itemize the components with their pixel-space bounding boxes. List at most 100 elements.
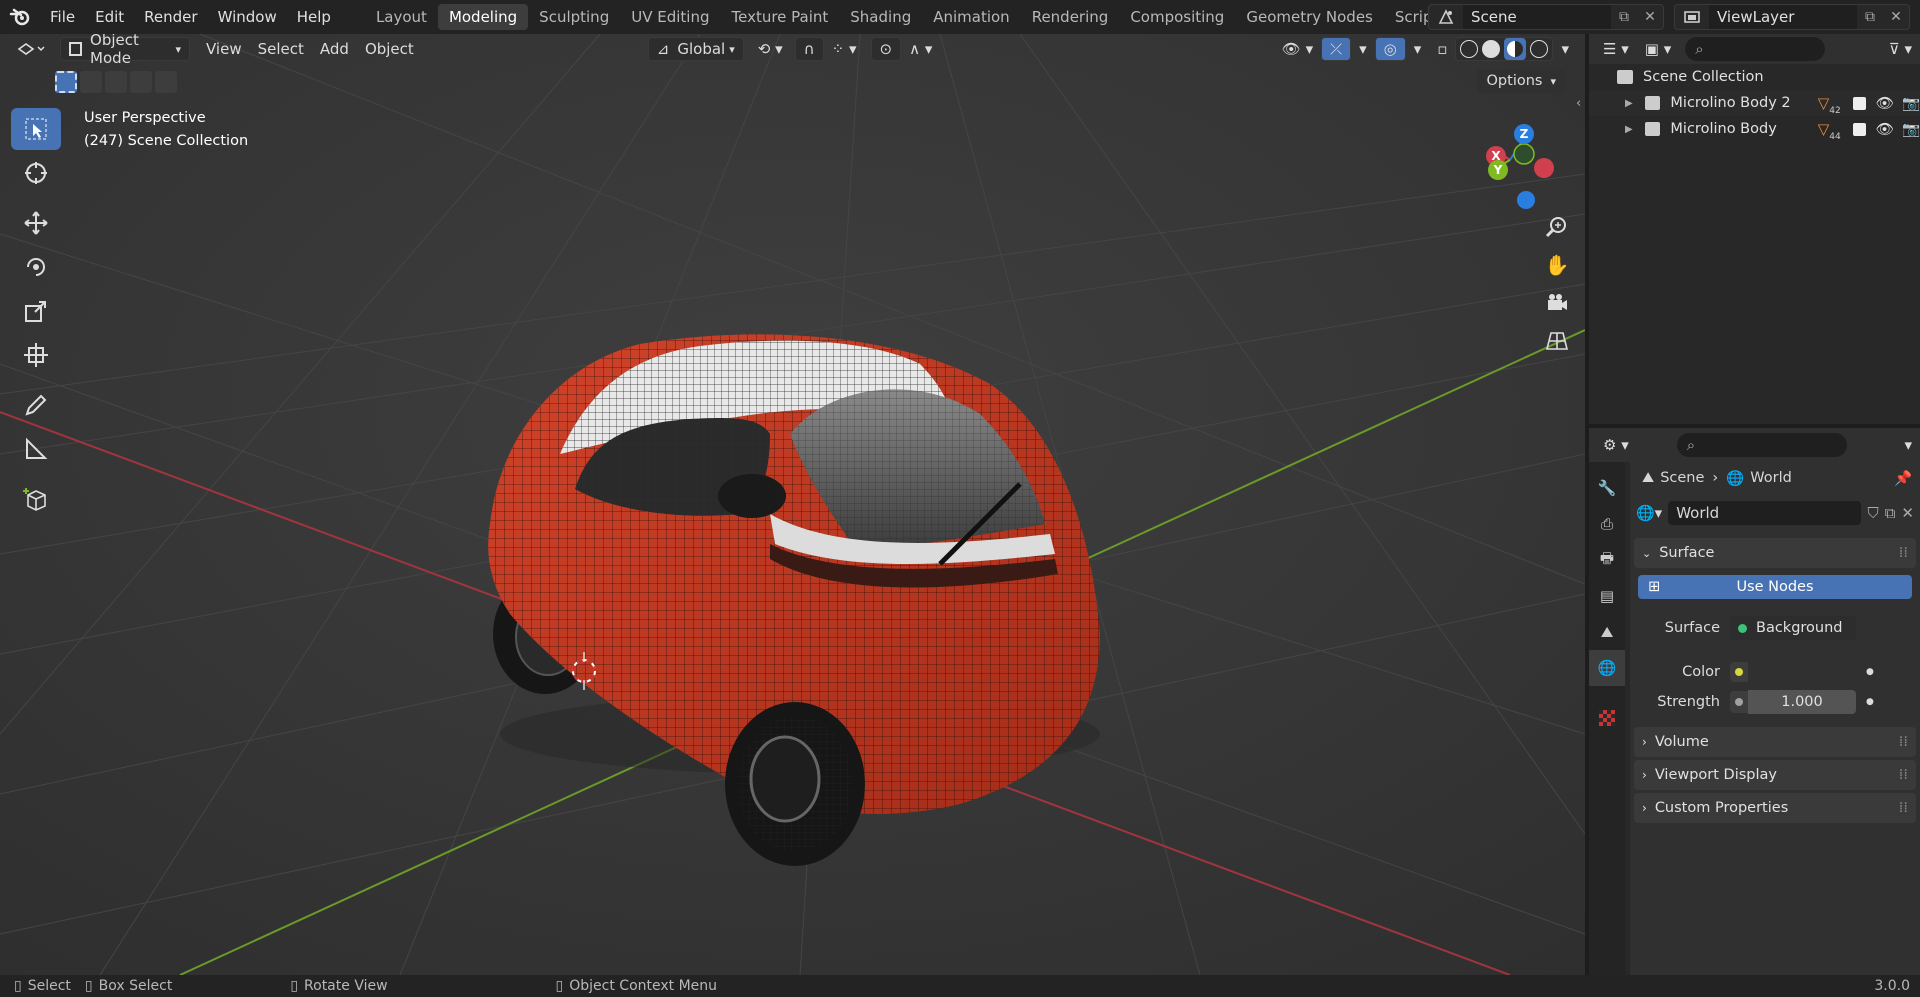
- select-intersect-icon[interactable]: [155, 71, 177, 93]
- select-subtract-icon[interactable]: [105, 71, 127, 93]
- outliner-item-microlino-body[interactable]: ▶ Microlino Body ▽ 44 👁 📷: [1589, 116, 1920, 142]
- orientation-selector[interactable]: ⊿ Global ▾: [647, 37, 744, 61]
- render-camera-icon[interactable]: 📷: [1902, 95, 1920, 112]
- neg-y-axis-icon[interactable]: [1513, 143, 1535, 165]
- drag-handle-icon[interactable]: ⁞⁞: [1899, 734, 1908, 750]
- viewlayer-name[interactable]: ViewLayer: [1709, 5, 1857, 29]
- custom-properties-panel-header[interactable]: › Custom Properties ⁞⁞: [1634, 793, 1916, 823]
- material-shading-icon[interactable]: [1504, 38, 1527, 60]
- tab-layout[interactable]: Layout: [365, 4, 438, 30]
- editor-type-button[interactable]: [8, 37, 54, 61]
- tab-shading[interactable]: Shading: [839, 4, 922, 30]
- viewport-scene[interactable]: [0, 34, 1585, 975]
- animate-dot-icon[interactable]: ●: [1866, 667, 1874, 677]
- menu-add[interactable]: Add: [312, 37, 357, 61]
- neg-z-axis-icon[interactable]: [1517, 191, 1535, 209]
- visibility-button[interactable]: 👁 ▾: [1274, 37, 1321, 61]
- include-checkbox[interactable]: [1852, 122, 1866, 136]
- perspective-toggle-button[interactable]: [1540, 324, 1574, 358]
- properties-search-input[interactable]: ⌕: [1676, 433, 1847, 457]
- surface-panel-header[interactable]: ⌄ Surface ⁞⁞: [1634, 538, 1916, 568]
- tab-scene[interactable]: ⛰: [1589, 614, 1625, 650]
- delete-scene-icon[interactable]: ✕: [1637, 5, 1663, 29]
- outliner-item-microlino-body-2[interactable]: ▶ Microlino Body 2 ▽ 42 👁 📷: [1589, 90, 1920, 116]
- pivot-point-button[interactable]: ⟲ ▾: [750, 37, 791, 61]
- navigation-gizmo[interactable]: Z X Y: [1470, 104, 1560, 214]
- pan-button[interactable]: ✋: [1540, 248, 1574, 282]
- options-button[interactable]: Options ▾: [1476, 69, 1566, 93]
- display-mode-button[interactable]: ▣ ▾: [1637, 37, 1679, 61]
- annotate-tool[interactable]: [11, 384, 61, 426]
- expand-arrow-icon[interactable]: ▶: [1625, 124, 1633, 135]
- tab-compositing[interactable]: Compositing: [1119, 4, 1235, 30]
- 3d-viewport[interactable]: Object Mode ▾ View Select Add Object ⊿ G…: [0, 34, 1585, 975]
- menu-edit[interactable]: Edit: [85, 0, 134, 34]
- wireframe-shading-icon[interactable]: [1460, 40, 1479, 58]
- mode-selector[interactable]: Object Mode ▾: [60, 34, 190, 67]
- unlink-close-icon[interactable]: ✕: [1901, 504, 1914, 522]
- tab-texture[interactable]: [1589, 700, 1625, 736]
- tab-tool[interactable]: 🔧: [1589, 470, 1625, 506]
- drag-handle-icon[interactable]: ⁞⁞: [1899, 767, 1908, 783]
- select-box-tool[interactable]: [11, 108, 61, 150]
- rotate-tool[interactable]: [11, 246, 61, 288]
- fake-user-shield-icon[interactable]: ⛉: [1867, 504, 1878, 522]
- select-new-icon[interactable]: [55, 71, 77, 93]
- neg-x-axis-icon[interactable]: [1534, 158, 1554, 178]
- move-tool[interactable]: [11, 202, 61, 244]
- filter-button[interactable]: ⊽ ▾: [1881, 37, 1920, 61]
- eye-icon[interactable]: 👁: [1876, 121, 1894, 138]
- properties-editor-type-button[interactable]: ⚙ ▾: [1595, 433, 1637, 457]
- viewport-display-panel-header[interactable]: › Viewport Display ⁞⁞: [1634, 760, 1916, 790]
- pin-icon[interactable]: 📌: [1894, 470, 1912, 487]
- color-socket-icon[interactable]: [1730, 662, 1748, 682]
- volume-panel-header[interactable]: › Volume ⁞⁞: [1634, 727, 1916, 757]
- world-browse-icon[interactable]: 🌐▾: [1636, 504, 1662, 522]
- measure-tool[interactable]: [11, 428, 61, 470]
- surface-shader-selector[interactable]: Background: [1730, 616, 1856, 640]
- tab-output[interactable]: 🖶: [1589, 542, 1625, 578]
- new-scene-icon[interactable]: ⧉: [1611, 5, 1637, 29]
- blender-logo-icon[interactable]: [0, 0, 40, 34]
- overlay-menu[interactable]: ▾: [1406, 37, 1430, 61]
- strength-field[interactable]: 1.000: [1748, 690, 1856, 714]
- transform-tool[interactable]: [11, 334, 61, 376]
- use-nodes-button[interactable]: ⊞ Use Nodes: [1638, 575, 1912, 599]
- include-checkbox[interactable]: [1852, 96, 1866, 110]
- tab-geometry-nodes[interactable]: Geometry Nodes: [1235, 4, 1384, 30]
- drag-handle-icon[interactable]: ⁞⁞: [1899, 800, 1908, 816]
- tab-uv-editing[interactable]: UV Editing: [620, 4, 720, 30]
- viewlayer-selector[interactable]: ViewLayer ⧉ ✕: [1674, 4, 1910, 30]
- gizmo-toggle[interactable]: ⤫: [1321, 37, 1352, 61]
- menu-window[interactable]: Window: [208, 0, 287, 34]
- gizmo-menu[interactable]: ▾: [1351, 37, 1375, 61]
- select-extend-icon[interactable]: [80, 71, 102, 93]
- sidebar-toggle-icon[interactable]: ‹: [1576, 96, 1581, 111]
- value-socket-icon[interactable]: [1730, 691, 1748, 713]
- outliner-search-input[interactable]: ⌕: [1685, 37, 1826, 61]
- scale-tool[interactable]: [11, 290, 61, 332]
- new-viewlayer-icon[interactable]: ⧉: [1857, 5, 1883, 29]
- world-name-field[interactable]: World: [1668, 501, 1862, 525]
- outliner-editor-type-button[interactable]: ☰ ▾: [1595, 37, 1637, 61]
- xray-toggle[interactable]: ▫: [1429, 37, 1455, 61]
- cursor-tool[interactable]: [11, 152, 61, 194]
- delete-viewlayer-icon[interactable]: ✕: [1883, 5, 1909, 29]
- menu-file[interactable]: File: [40, 0, 85, 34]
- tab-rendering[interactable]: Rendering: [1021, 4, 1120, 30]
- drag-handle-icon[interactable]: ⁞⁞: [1899, 545, 1908, 561]
- render-camera-icon[interactable]: 📷: [1902, 121, 1920, 138]
- expand-arrow-icon[interactable]: ▶: [1625, 98, 1633, 109]
- overlay-toggle[interactable]: ◎: [1374, 37, 1406, 61]
- menu-select[interactable]: Select: [250, 37, 312, 61]
- menu-object[interactable]: Object: [357, 37, 422, 61]
- animate-dot-icon[interactable]: ●: [1866, 697, 1874, 707]
- duplicate-icon[interactable]: ⧉: [1885, 504, 1896, 522]
- camera-view-button[interactable]: [1540, 286, 1574, 320]
- zoom-button[interactable]: [1540, 210, 1574, 244]
- shading-menu[interactable]: ▾: [1553, 37, 1577, 61]
- falloff-button[interactable]: ∧ ▾: [901, 37, 940, 61]
- tab-view-layer[interactable]: ▤: [1589, 578, 1625, 614]
- tab-render[interactable]: ⎙: [1589, 506, 1625, 542]
- tab-texture-paint[interactable]: Texture Paint: [720, 4, 839, 30]
